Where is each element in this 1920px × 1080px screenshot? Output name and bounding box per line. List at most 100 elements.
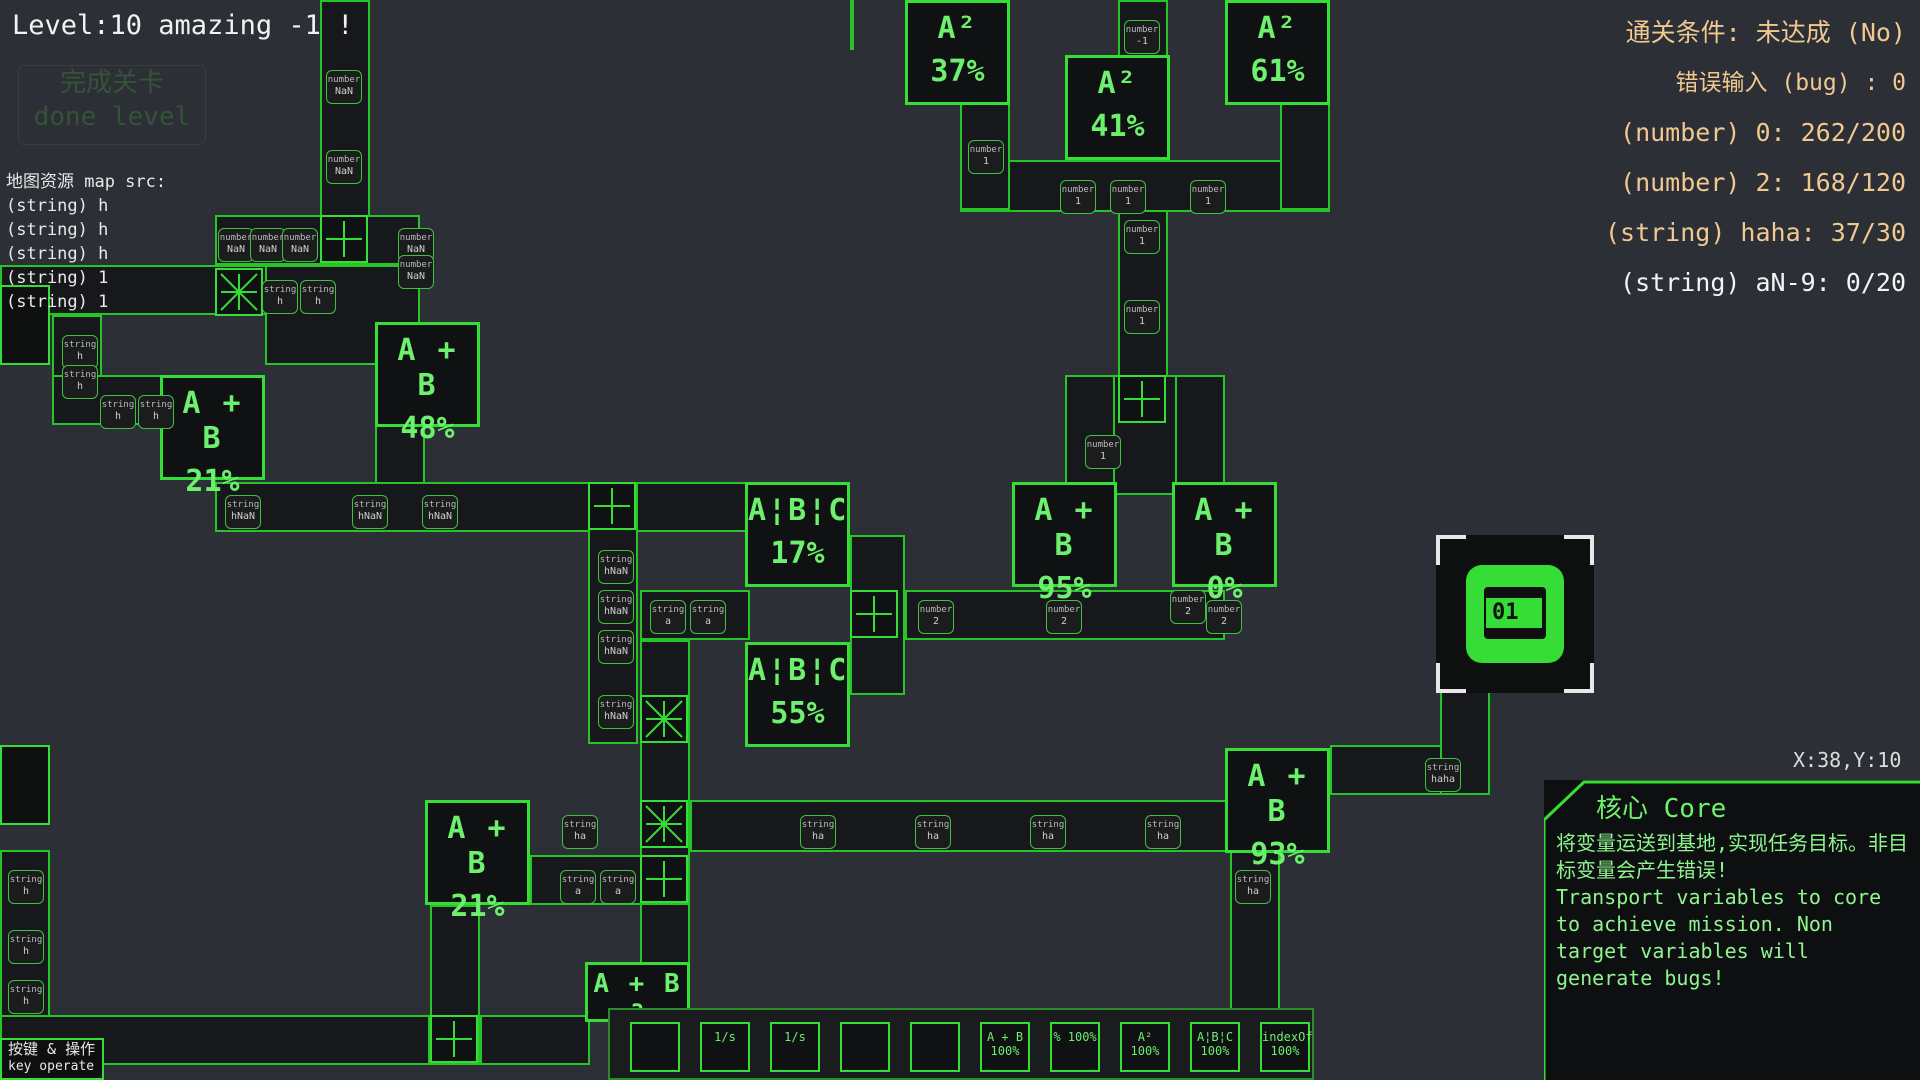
processor-add[interactable]: A + B 93% xyxy=(1225,748,1330,872)
junction-crossover[interactable] xyxy=(430,1015,478,1063)
tool-mod[interactable]: % 100% xyxy=(1050,1022,1100,1072)
processor-add[interactable]: A + B 95% xyxy=(1012,482,1117,606)
variable-value: 2 xyxy=(932,616,940,627)
variable-chip: string h xyxy=(262,280,298,314)
processor-progress: 21% xyxy=(185,464,240,499)
variable-chip: number -1 xyxy=(1124,20,1160,54)
junction-splitter[interactable] xyxy=(640,695,688,743)
variable-type: number xyxy=(1191,185,1225,195)
goal-condition: 通关条件: 未达成 (No) xyxy=(1625,18,1906,47)
tool-crossover[interactable] xyxy=(910,1022,960,1072)
variable-type: number xyxy=(1207,605,1241,615)
tool-add[interactable]: A + B 100% xyxy=(980,1022,1030,1072)
variable-value: h xyxy=(314,296,322,307)
junction-crossover[interactable] xyxy=(320,215,368,263)
processor-split[interactable]: A¦B¦C 17% xyxy=(745,482,850,587)
tool-split[interactable]: A¦B¦C 100% xyxy=(1190,1022,1240,1072)
variable-type: string xyxy=(651,605,685,615)
variable-value: 1 xyxy=(1074,196,1082,207)
tool-splitter[interactable] xyxy=(840,1022,890,1072)
variable-value: 1 xyxy=(1138,236,1146,247)
core-text-cn: 将变量运送到基地,实现任务目标。非目标变量会产生错误! xyxy=(1556,831,1909,882)
variable-value: 1 xyxy=(1124,196,1132,207)
processor-op: A + B xyxy=(1247,759,1308,829)
variable-chip: string ha xyxy=(1235,870,1271,904)
processor-add[interactable]: A + B 21% xyxy=(425,800,530,924)
done-level-button[interactable]: 完成关卡 done level xyxy=(18,65,206,145)
variable-chip: number 1 xyxy=(1110,180,1146,214)
processor-add[interactable]: A + B 0% xyxy=(1172,482,1277,606)
junction-splitter[interactable] xyxy=(640,800,688,848)
junction-crossover[interactable] xyxy=(850,590,898,638)
variable-value: NaN xyxy=(406,244,426,255)
variable-chip: string a xyxy=(600,870,636,904)
variable-chip: number 2 xyxy=(1170,590,1206,624)
variable-value: a xyxy=(614,886,622,897)
processor-square[interactable]: A² 61% xyxy=(1225,0,1330,105)
variable-value: 1 xyxy=(1204,196,1212,207)
variable-value: 2 xyxy=(1220,616,1228,627)
variable-chip: number NaN xyxy=(398,255,434,289)
variable-type: number xyxy=(399,260,433,270)
processor-square[interactable]: A² 41% xyxy=(1065,55,1170,160)
junction-crossover[interactable] xyxy=(1118,375,1166,423)
variable-type: number xyxy=(1061,185,1095,195)
variable-type: string xyxy=(801,820,835,830)
processor-progress: 61% xyxy=(1250,54,1305,89)
junction-splitter[interactable] xyxy=(215,268,263,316)
processor-square[interactable]: A² 37% xyxy=(905,0,1010,105)
variable-value: 1 xyxy=(1138,316,1146,327)
variable-type: string xyxy=(599,635,633,645)
core-panel-text: 将变量运送到基地,实现任务目标。非目标变量会产生错误! Transport va… xyxy=(1556,830,1916,992)
variable-value: ha xyxy=(573,831,587,842)
variable-value: 1 xyxy=(1099,451,1107,462)
junction-crossover[interactable] xyxy=(640,855,688,903)
variable-chip: number 1 xyxy=(1085,435,1121,469)
processor-progress: 37% xyxy=(930,54,985,89)
variable-value: hNaN xyxy=(603,711,629,722)
variable-chip: string ha xyxy=(1145,815,1181,849)
variable-chip: string haha xyxy=(1425,758,1461,792)
variable-chip: string hNaN xyxy=(598,590,634,624)
variable-value: NaN xyxy=(334,166,354,177)
variable-chip: number 1 xyxy=(1124,220,1160,254)
processor-add[interactable]: A + B 48% xyxy=(375,322,480,446)
variable-chip: number NaN xyxy=(326,70,362,104)
variable-type: string xyxy=(563,820,597,830)
processor-op: A² xyxy=(1257,11,1298,46)
variable-chip: string h xyxy=(62,365,98,399)
core-base[interactable]: 01 xyxy=(1436,535,1594,693)
variable-chip: number 1 xyxy=(1060,180,1096,214)
variable-chip: string h xyxy=(8,980,44,1014)
variable-type: string xyxy=(1146,820,1180,830)
tool-pipe[interactable]: 1/s xyxy=(700,1022,750,1072)
variable-chip: number 1 xyxy=(968,140,1004,174)
tool-square[interactable]: A² 100% xyxy=(1120,1022,1170,1072)
variable-chip: number 2 xyxy=(1046,600,1082,634)
variable-chip: number NaN xyxy=(218,228,254,262)
variable-type: string xyxy=(263,285,297,295)
variable-chip: number 2 xyxy=(1206,600,1242,634)
tool-fan[interactable] xyxy=(630,1022,680,1072)
variable-type: string xyxy=(63,340,97,350)
processor-add[interactable]: A + B 21% xyxy=(160,375,265,499)
variable-type: string xyxy=(301,285,335,295)
variable-chip: number NaN xyxy=(250,228,286,262)
variable-value: 1 xyxy=(982,156,990,167)
variable-value: hNaN xyxy=(427,511,453,522)
junction-crossover[interactable] xyxy=(588,482,636,530)
tool-indexof[interactable]: indexOf 100% xyxy=(1260,1022,1313,1072)
key-operate-button[interactable]: 按键 & 操作 key operate xyxy=(0,1038,104,1080)
tool-rate[interactable]: 1/s xyxy=(770,1022,820,1072)
variable-type: number xyxy=(219,233,253,243)
variable-type: string xyxy=(9,875,43,885)
variable-type: string xyxy=(599,555,633,565)
build-toolbar: 1/s 1/s A + B 100% % 100% A² 100% A¦B¦C … xyxy=(608,1008,1314,1080)
variable-value: h xyxy=(152,411,160,422)
processor-split[interactable]: A¦B¦C 55% xyxy=(745,642,850,747)
variable-type: number xyxy=(251,233,285,243)
variable-chip: string ha xyxy=(1030,815,1066,849)
variable-value: h xyxy=(276,296,284,307)
variable-value: 2 xyxy=(1060,616,1068,627)
variable-value: NaN xyxy=(226,244,246,255)
